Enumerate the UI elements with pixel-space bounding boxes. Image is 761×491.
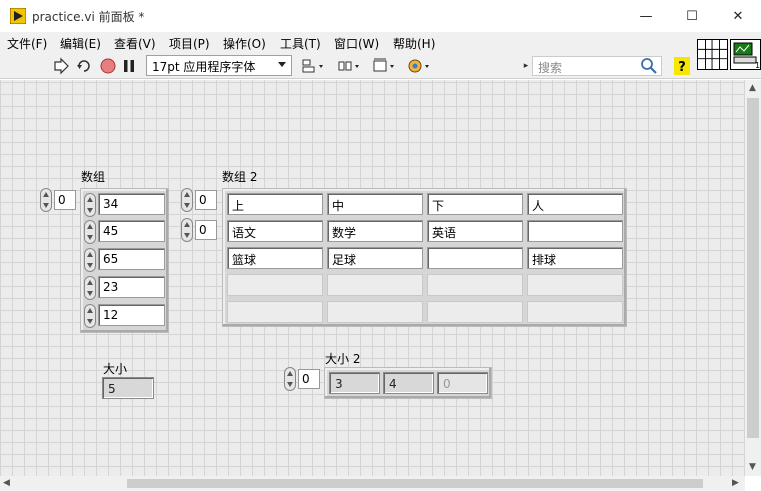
array2-col-index-spinner[interactable]	[181, 218, 193, 242]
array2-cell[interactable]: 排球	[527, 247, 623, 269]
array2-cell[interactable]	[527, 220, 623, 242]
front-panel[interactable]: 数组 0 34 45 65 23 12 数组 2 0 0 上 中 下 人 语文 …	[0, 80, 745, 476]
array1-index-spinner[interactable]	[40, 188, 52, 212]
vertical-scroll-thumb[interactable]	[747, 98, 759, 438]
size2-label: 大小 2	[325, 352, 361, 366]
array1-element-2[interactable]: 65	[98, 248, 165, 270]
menu-view[interactable]: 查看(V)	[114, 35, 156, 52]
array1-label: 数组	[81, 170, 106, 184]
array1-element-spinner-1[interactable]	[84, 220, 96, 244]
reorder-icon[interactable]	[407, 57, 431, 75]
window-title: practice.vi 前面板 *	[32, 10, 145, 24]
menu-file[interactable]: 文件(F)	[7, 35, 47, 52]
pause-icon[interactable]	[120, 57, 138, 75]
run-continuously-icon[interactable]	[75, 57, 93, 75]
array1-element-spinner-2[interactable]	[84, 248, 96, 272]
menu-project[interactable]: 项目(P)	[169, 35, 210, 52]
array2-empty-cell	[327, 301, 423, 323]
array2-empty-cell	[427, 274, 523, 296]
distribute-objects-icon[interactable]	[337, 57, 361, 75]
labview-app-icon	[10, 8, 26, 24]
font-select[interactable]: 17pt 应用程序字体	[146, 55, 292, 76]
menu-edit[interactable]: 编辑(E)	[60, 35, 101, 52]
title-bar: practice.vi 前面板 * — ☐ ✕	[0, 0, 761, 32]
array1-element-4[interactable]: 12	[98, 304, 165, 326]
svg-text:?: ?	[678, 60, 686, 75]
size2-element-1: 4	[383, 372, 434, 394]
array2-empty-cell	[427, 301, 523, 323]
align-objects-icon[interactable]	[301, 57, 325, 75]
array2-cell[interactable]: 中	[327, 193, 423, 215]
array2-empty-cell	[327, 274, 423, 296]
size1-label: 大小	[103, 362, 128, 376]
array2-cell[interactable]: 足球	[327, 247, 423, 269]
array2-empty-cell	[527, 274, 623, 296]
size2-index-field[interactable]: 0	[298, 369, 320, 389]
help-icon[interactable]: ?	[674, 57, 690, 75]
array2-cell[interactable]	[427, 247, 523, 269]
search-placeholder: 搜索	[538, 61, 563, 75]
size1-indicator: 5	[102, 377, 154, 399]
array2-cell[interactable]: 人	[527, 193, 623, 215]
svg-text:1: 1	[755, 61, 760, 69]
array2-empty-cell	[227, 274, 323, 296]
array1-element-0[interactable]: 34	[98, 193, 165, 215]
size2-element-2: 0	[437, 372, 488, 394]
array1-element-spinner-0[interactable]	[84, 193, 96, 217]
search-icon[interactable]	[640, 57, 658, 75]
vertical-scrollbar[interactable]: ▲ ▼	[745, 80, 761, 476]
run-arrow-icon[interactable]	[52, 57, 70, 75]
horizontal-scroll-thumb[interactable]	[127, 479, 703, 488]
array1-element-spinner-4[interactable]	[84, 304, 96, 328]
close-icon: ✕	[732, 8, 744, 24]
minimize-button[interactable]: —	[623, 0, 669, 32]
toolbar: 17pt 应用程序字体 ▸ 搜索 ?	[0, 54, 761, 79]
array2-cell[interactable]: 上	[227, 193, 323, 215]
menu-window[interactable]: 窗口(W)	[334, 35, 379, 52]
vi-graph-icon: 1	[733, 42, 760, 70]
array2-cell[interactable]: 数学	[327, 220, 423, 242]
menu-operate[interactable]: 操作(O)	[223, 35, 266, 52]
scroll-left-icon[interactable]: ◀	[3, 478, 10, 488]
font-select-value: 17pt 应用程序字体	[152, 60, 256, 74]
scroll-up-icon[interactable]: ▲	[749, 83, 756, 93]
array1-element-3[interactable]: 23	[98, 276, 165, 298]
menu-bar: 文件(F) 编辑(E) 查看(V) 项目(P) 操作(O) 工具(T) 窗口(W…	[0, 32, 761, 54]
menu-tools[interactable]: 工具(T)	[280, 35, 321, 52]
chevron-right-icon: ▸	[523, 61, 529, 71]
array2-label: 数组 2	[222, 170, 258, 184]
connector-pane-icon[interactable]	[697, 39, 728, 70]
array2-col-index-field[interactable]: 0	[195, 220, 217, 240]
array2-empty-cell	[227, 301, 323, 323]
array1-element-spinner-3[interactable]	[84, 276, 96, 300]
array2-row-index-spinner[interactable]	[181, 188, 193, 212]
array2-cell[interactable]: 篮球	[227, 247, 323, 269]
array2-row-index-field[interactable]: 0	[195, 190, 217, 210]
menu-help[interactable]: 帮助(H)	[393, 35, 435, 52]
scroll-down-icon[interactable]: ▼	[749, 462, 756, 472]
array2-cell[interactable]: 英语	[427, 220, 523, 242]
size2-element-0: 3	[329, 372, 380, 394]
maximize-button[interactable]: ☐	[669, 0, 715, 32]
array2-cell[interactable]: 下	[427, 193, 523, 215]
close-button[interactable]: ✕	[715, 0, 761, 32]
maximize-icon: ☐	[686, 8, 698, 24]
array2-cell[interactable]: 语文	[227, 220, 323, 242]
array2-empty-cell	[527, 301, 623, 323]
abort-execution-icon[interactable]	[99, 57, 117, 75]
horizontal-scrollbar[interactable]: ◀ ▶	[0, 476, 745, 491]
chevron-down-icon	[278, 62, 286, 67]
size2-index-spinner[interactable]	[284, 367, 296, 391]
resize-objects-icon[interactable]	[372, 57, 396, 75]
minimize-icon: —	[639, 8, 653, 24]
array1-index-field[interactable]: 0	[54, 190, 76, 210]
array1-element-1[interactable]: 45	[98, 220, 165, 242]
scroll-right-icon[interactable]: ▶	[732, 478, 739, 488]
vi-icon[interactable]: 1	[730, 39, 761, 70]
